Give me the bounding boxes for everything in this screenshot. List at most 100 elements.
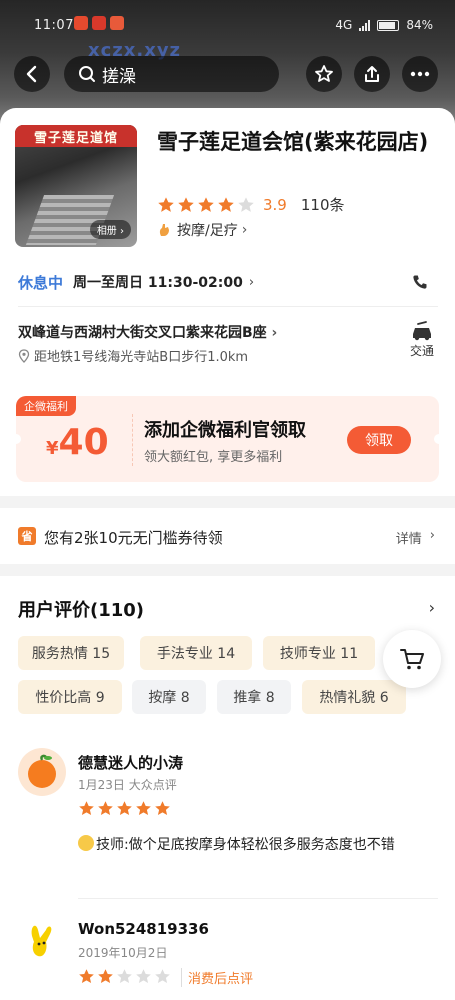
shop-photo[interactable]: 雪子莲足道馆 相册 › [15,125,137,247]
coupon-subtitle: 领大额红包, 享更多福利 [144,450,283,465]
review-stars [78,800,171,817]
cart-button[interactable] [383,630,441,688]
navbar: 搓澡 [0,56,455,92]
review-divider [78,898,438,899]
album-button[interactable]: 相册 › [89,220,131,239]
star-filled-icon [177,196,195,214]
review-tag[interactable]: 技师专业 11 [263,636,375,670]
coupon-card[interactable]: 企微福利 ¥40 添加企微福利官领取 领大额红包, 享更多福利 领取 [16,396,439,482]
back-button[interactable] [14,56,50,92]
cartoon-avatar-icon [31,925,52,957]
review-stars: 消费后点评 [78,968,253,987]
more-button[interactable] [402,56,438,92]
chevron-right-icon: › [248,274,255,290]
star-filled-icon [197,196,215,214]
subway-text: 距地铁1号线海光寺站B口步行1.0km [34,350,249,365]
status-bar: 11:07 4G 84% xczx.xyz [0,0,455,61]
status-app-icons [74,16,124,30]
coupon-currency: ¥ [46,438,59,459]
chevron-left-icon [26,65,37,83]
shop-name: 雪子莲足道会馆(紫来花园店) [157,130,429,154]
divider [18,306,438,307]
voucher-detail-label: 详情 [395,532,422,547]
smile-emoji-icon [78,835,94,851]
traffic-label: 交通 [409,344,434,358]
coupon-title: 添加企微福利官领取 [144,420,306,441]
star-filled-icon [154,800,171,817]
chevron-right-icon: › [271,325,278,341]
review-tag[interactable]: 按摩 8 [132,680,206,714]
voucher-row[interactable]: 省 您有2张10元无门槛券待领 详情 › [0,508,455,564]
review-meta: 1月23日 大众点评 [78,778,177,792]
reviewer-name[interactable]: 德慧迷人的小涛 [78,752,183,773]
review-count: 110条 [300,196,345,214]
avatar[interactable] [18,916,66,964]
share-button[interactable] [354,56,390,92]
review-tag[interactable]: 热情礼貌 6 [302,680,406,714]
avatar[interactable] [18,748,66,796]
address-text: 双峰道与西湖村大街交叉口紫来花园B座 [18,325,267,341]
star-filled-icon [97,800,114,817]
coupon-notch [16,434,21,444]
review-text: 技师:做个足底按摩身体轻松很多服务态度也不错 [78,832,438,858]
coupon-value: 40 [58,422,109,463]
star-filled-icon [78,800,95,817]
battery-icon [377,19,400,31]
coupon-divider [132,414,133,466]
star-filled-icon [135,800,152,817]
category-link[interactable]: 按摩/足疗 › [157,220,247,240]
signal-icon [359,19,371,31]
reviews-title[interactable]: 用户评价(110) [18,596,144,622]
search-input[interactable]: 搓澡 [64,56,279,92]
traffic-button[interactable]: 交通 [405,320,439,364]
voucher-detail-link[interactable]: 详情 › [396,528,435,547]
review-tag[interactable]: 服务热情 15 [18,636,124,670]
reviewer-name[interactable]: Won524819336 [78,920,209,938]
rating-row[interactable]: 3.9 110条 [157,194,345,215]
claim-button[interactable]: 领取 [347,426,411,454]
star-outline-icon [315,65,333,82]
phone-button[interactable] [406,268,434,296]
review-tag[interactable]: 手法专业 14 [140,636,252,670]
album-label: 相册 [96,226,117,237]
orange-avatar-icon [28,754,56,788]
star-empty-icon [237,196,255,214]
chevron-right-icon: › [429,528,435,543]
app-notification-icon [110,16,124,30]
search-icon [79,66,95,82]
address-link[interactable]: 双峰道与西湖村大街交叉口紫来花园B座 › [18,322,277,342]
status-time: 11:07 [34,18,74,33]
app-notification-icon [74,16,88,30]
review-item[interactable]: Won524819336 2019年10月2日 消费后点评 [18,916,438,996]
status-indicators: 4G 84% [335,18,433,32]
review-item[interactable]: 德慧迷人的小涛 1月23日 大众点评 技师:做个足底按摩身体轻松很多服务态度也不… [18,748,438,888]
star-empty-icon [154,968,171,987]
coupon-tag: 企微福利 [16,396,76,416]
coupon-amount: ¥40 [46,422,109,463]
post-consumption-label: 消费后点评 [181,968,253,987]
review-content: 技师:做个足底按摩身体轻松很多服务态度也不错 [96,837,395,853]
phone-icon [413,275,427,289]
shop-info-card: 雪子莲足道馆 相册 › 雪子莲足道会馆(紫来花园店) 3.9 110条 按摩/足… [0,108,455,496]
review-tag[interactable]: 性价比高 9 [18,680,122,714]
reviews-section: 用户评价(110) › 服务热情 15 手法专业 14 技师专业 11 性价比高… [0,576,455,1000]
app-notification-icon [92,16,106,30]
location-pin-icon [18,348,30,363]
favorite-button[interactable] [306,56,342,92]
rating-stars [157,196,255,214]
review-meta: 2019年10月2日 [78,946,168,960]
voucher-text: 您有2张10元无门槛券待领 [44,529,223,547]
chevron-right-icon[interactable]: › [429,598,435,617]
network-label: 4G [335,18,353,32]
chevron-right-icon: › [241,222,248,238]
share-icon [365,66,379,82]
business-hours-row[interactable]: 休息中 周一至周日 11:30-02:00 › [18,268,438,296]
star-empty-icon [116,968,133,987]
review-stars-inner [78,968,171,987]
business-status: 休息中 [18,273,64,292]
photo-sign-text: 雪子莲足道馆 [15,125,137,147]
star-filled-icon [78,968,95,987]
star-empty-icon [135,968,152,987]
more-dots-icon [410,71,430,77]
review-tag[interactable]: 推拿 8 [217,680,291,714]
